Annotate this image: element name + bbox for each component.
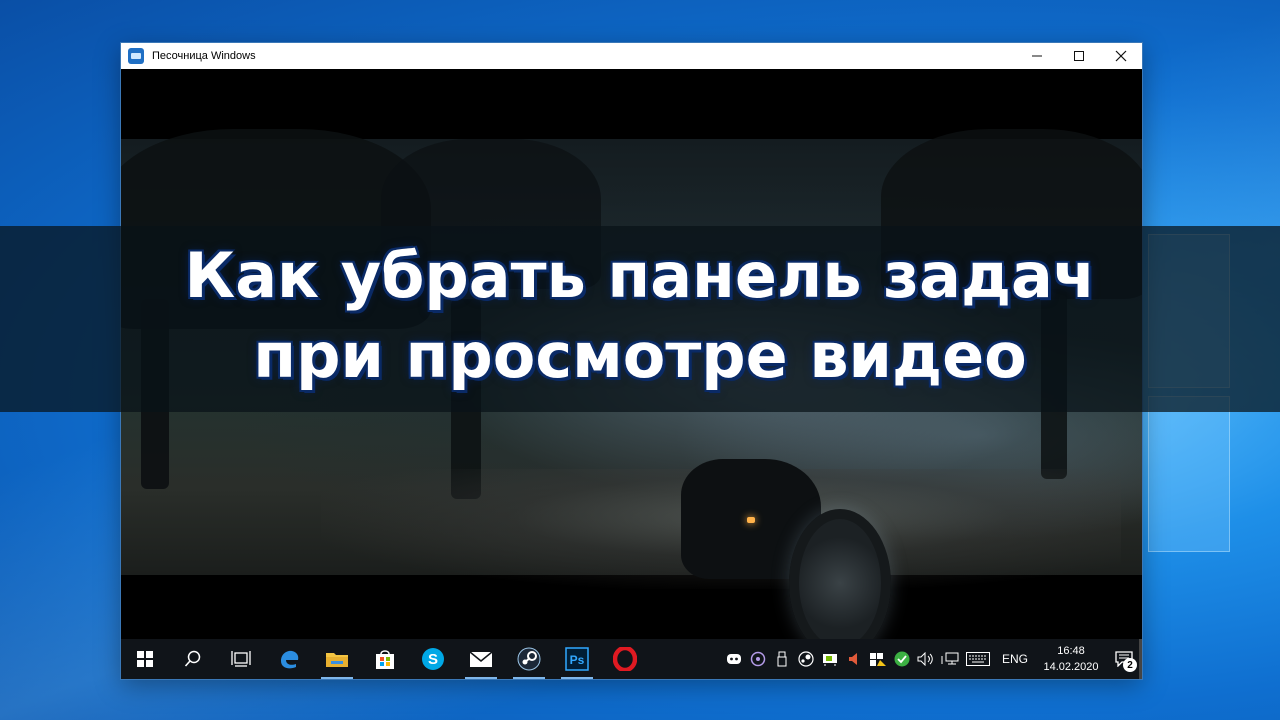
clock-date: 14.02.2020 (1043, 661, 1099, 673)
action-center-button[interactable]: 2 (1106, 639, 1142, 679)
check-circle-icon (894, 651, 910, 667)
language-indicator[interactable]: ENG (994, 652, 1036, 666)
tray-audio-app[interactable] (842, 639, 866, 679)
network-icon (941, 652, 959, 665)
maximize-icon (1074, 51, 1084, 61)
task-view-icon (231, 651, 251, 667)
sandbox-taskbar: S Ps ENG 16:48 14.02.2020 2 (121, 639, 1142, 679)
store-icon (376, 650, 394, 669)
steam-tray-icon (798, 651, 814, 667)
windows-logo-icon (137, 651, 153, 667)
start-button[interactable] (121, 639, 169, 679)
usb-icon (777, 651, 787, 667)
keyboard-icon (965, 652, 990, 666)
system-tray: ENG 16:48 14.02.2020 2 (722, 639, 1142, 679)
tray-clock[interactable]: 16:48 14.02.2020 (1036, 643, 1106, 675)
sandbox-app-icon (128, 48, 144, 64)
tray-volume[interactable] (914, 639, 938, 679)
edge-button[interactable] (265, 639, 313, 679)
viber-icon (750, 651, 766, 667)
discord-icon (726, 654, 741, 664)
opera-icon (613, 647, 637, 671)
store-button[interactable] (361, 639, 409, 679)
shield-warning-icon (869, 653, 886, 666)
search-icon (184, 650, 201, 667)
tray-nvidia[interactable] (818, 639, 842, 679)
task-view-button[interactable] (217, 639, 265, 679)
tray-network[interactable] (938, 639, 962, 679)
skype-button[interactable]: S (409, 639, 457, 679)
skype-icon: S (422, 648, 444, 670)
file-explorer-button[interactable] (313, 639, 361, 679)
desktop-logo-pane-bottom (1148, 396, 1230, 552)
photoshop-icon-label: Ps (570, 653, 585, 667)
close-button[interactable] (1100, 43, 1142, 69)
window-titlebar[interactable]: Песочница Windows (121, 43, 1142, 69)
window-edge-scrollbar[interactable] (1139, 639, 1142, 679)
tray-usb[interactable] (770, 639, 794, 679)
search-button[interactable] (169, 639, 217, 679)
maximize-button[interactable] (1058, 43, 1100, 69)
edge-icon (281, 650, 299, 669)
clock-time: 16:48 (1057, 645, 1085, 657)
opera-button[interactable] (601, 639, 649, 679)
tray-keyboard[interactable] (962, 639, 994, 679)
tray-viber[interactable] (746, 639, 770, 679)
window-title: Песочница Windows (152, 50, 256, 62)
window-controls (1016, 43, 1142, 69)
headline-text: Как убрать панель задач при просмотре ви… (0, 236, 1280, 396)
mail-icon (469, 651, 493, 667)
tray-steam[interactable] (794, 639, 818, 679)
tray-discord[interactable] (722, 639, 746, 679)
headline-line-1: Как убрать панель задач (184, 239, 1096, 312)
mail-button[interactable] (457, 639, 505, 679)
tray-security-ok[interactable] (890, 639, 914, 679)
minimize-icon (1032, 55, 1042, 57)
photoshop-button[interactable]: Ps (553, 639, 601, 679)
gpu-icon (822, 654, 837, 666)
speaker-red-icon (848, 653, 857, 665)
skype-icon-label: S (428, 651, 438, 668)
tray-defender[interactable] (866, 639, 890, 679)
steam-icon (517, 647, 541, 671)
folder-icon (326, 653, 348, 667)
close-icon (1115, 50, 1127, 62)
steam-button[interactable] (505, 639, 553, 679)
volume-icon (917, 652, 933, 666)
photoshop-icon: Ps (565, 647, 589, 671)
motorcycle-taillight (747, 517, 755, 523)
minimize-button[interactable] (1016, 43, 1058, 69)
notification-count-badge: 2 (1123, 658, 1137, 672)
headline-line-2: при просмотре видео (253, 319, 1027, 392)
